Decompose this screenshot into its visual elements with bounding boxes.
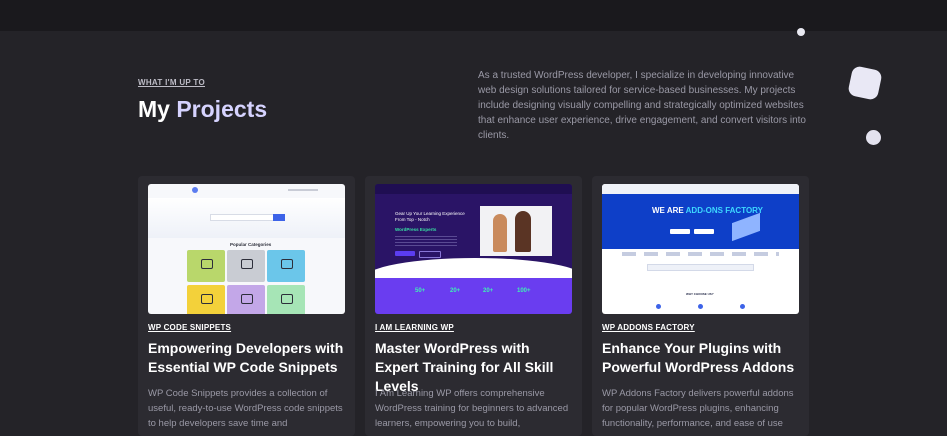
project-thumbnail[interactable]: WE ARE ADD-ONS FACTORY WHY CHOOSE US? xyxy=(602,184,799,314)
person-figure xyxy=(515,211,531,252)
project-thumbnail[interactable]: Popular Categories xyxy=(148,184,345,314)
site-text xyxy=(395,236,457,248)
settings-icon xyxy=(241,294,253,304)
layout-icon xyxy=(241,259,253,269)
headline-a: WE ARE xyxy=(652,206,684,215)
category-tile xyxy=(267,250,305,282)
project-title[interactable]: Enhance Your Plugins with Powerful WordP… xyxy=(602,339,802,377)
site-headline: WE ARE ADD-ONS FACTORY xyxy=(652,206,763,215)
stat-value: 20+ xyxy=(450,288,461,294)
site-nav xyxy=(375,184,572,194)
top-navigation-bar xyxy=(0,0,947,31)
project-tag[interactable]: WP ADDONS FACTORY xyxy=(602,323,695,332)
category-tile xyxy=(267,285,305,314)
site-hero xyxy=(602,194,799,249)
feature-icon xyxy=(656,304,661,309)
title-part-1: My xyxy=(138,96,170,122)
page-icon xyxy=(281,259,293,269)
feature-icon xyxy=(698,304,703,309)
project-tag[interactable]: I AM LEARNING WP xyxy=(375,323,454,332)
decorative-square xyxy=(847,65,883,101)
site-secondary-button xyxy=(419,251,441,258)
categories-title: Popular Categories xyxy=(230,242,272,247)
project-description: WP Addons Factory delivers powerful addo… xyxy=(602,388,794,429)
category-tile xyxy=(227,285,265,314)
site-button xyxy=(694,229,714,234)
site-nav xyxy=(602,184,799,194)
project-thumbnail[interactable]: Gear Up Your Learning Experience From To… xyxy=(375,184,572,314)
section-title: My Projects xyxy=(138,96,267,123)
title-part-2: Projects xyxy=(176,96,268,122)
category-tile xyxy=(187,285,225,314)
section-intro: As a trusted WordPress developer, I spec… xyxy=(478,70,806,141)
category-tile xyxy=(227,250,265,282)
media-icon xyxy=(201,294,213,304)
project-title[interactable]: Empowering Developers with Essential WP … xyxy=(148,339,348,377)
category-tile xyxy=(187,250,225,282)
project-tag[interactable]: WP CODE SNIPPETS xyxy=(148,323,231,332)
site-highlight: WordPress Experts xyxy=(395,227,437,232)
project-card-i-am-learning-wp[interactable]: Gear Up Your Learning Experience From To… xyxy=(365,176,582,436)
section-label: WHY CHOOSE US? xyxy=(686,292,714,296)
person-figure xyxy=(493,214,507,252)
project-card-wp-addons-factory[interactable]: WE ARE ADD-ONS FACTORY WHY CHOOSE US? WP… xyxy=(592,176,809,436)
stat-value: 20+ xyxy=(483,288,494,294)
stat-value: 50+ xyxy=(415,288,426,294)
feature-icon xyxy=(740,304,745,309)
project-description: I Am Learning WP offers comprehensive Wo… xyxy=(375,388,569,429)
decorative-dot xyxy=(866,130,881,145)
project-card-wp-code-snippets[interactable]: Popular Categories WP CODE SNIPPETS Empo… xyxy=(138,176,355,436)
site-search-input xyxy=(647,264,754,271)
code-icon xyxy=(201,259,213,269)
site-search-input xyxy=(210,214,274,221)
stats-band xyxy=(375,278,572,314)
site-cta-button xyxy=(395,251,415,256)
site-nav xyxy=(288,189,318,191)
decorative-dot xyxy=(797,28,805,36)
headline-b: ADD-ONS FACTORY xyxy=(685,206,763,215)
stat-value: 100+ xyxy=(517,288,531,294)
site-button xyxy=(670,229,690,234)
site-headline: Gear Up Your Learning Experience From To… xyxy=(395,211,465,222)
lock-icon xyxy=(281,294,293,304)
section-eyebrow: WHAT I'M UP TO xyxy=(138,78,205,87)
site-search-button xyxy=(273,214,285,221)
site-logo-icon xyxy=(192,187,198,193)
partner-logos xyxy=(622,252,779,256)
project-description: WP Code Snippets provides a collection o… xyxy=(148,388,343,429)
